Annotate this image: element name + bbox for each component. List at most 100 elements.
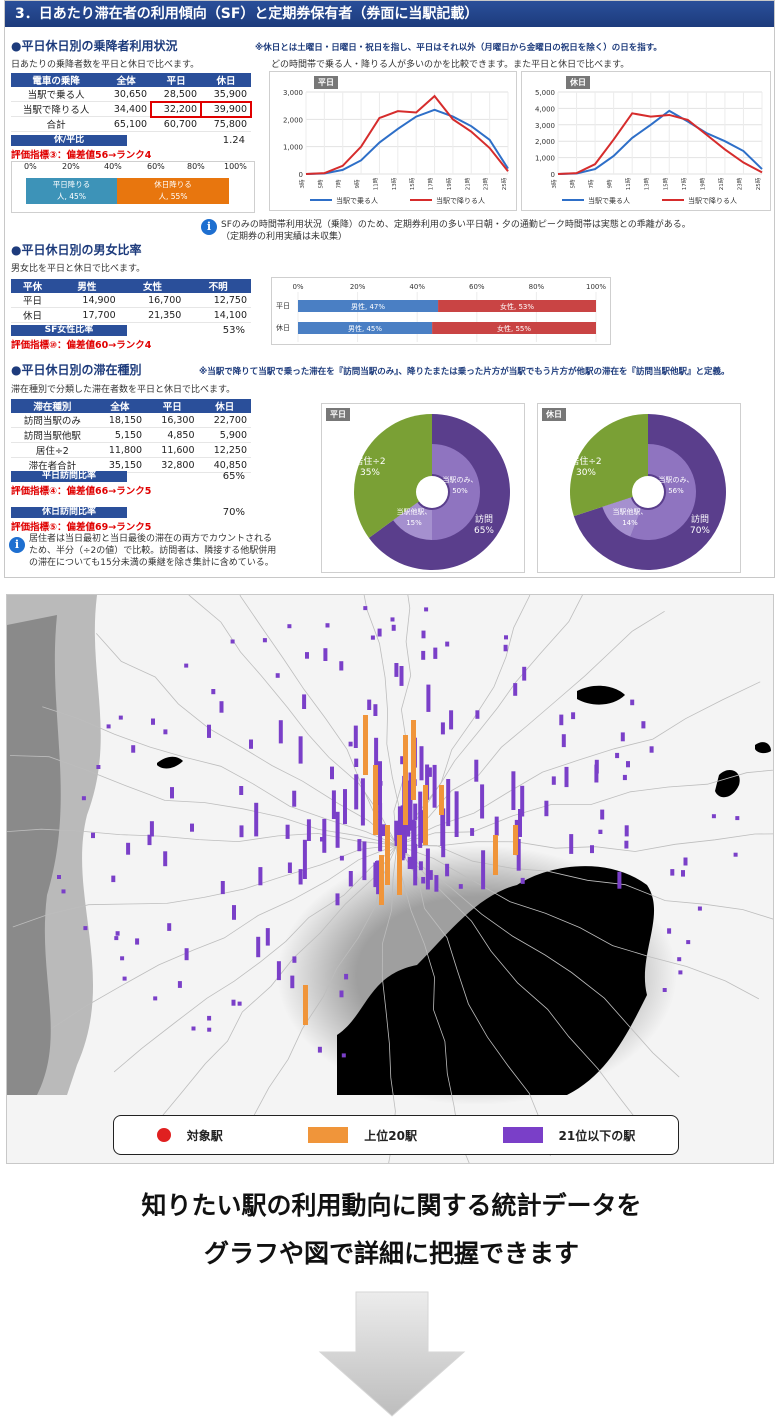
station-bar bbox=[564, 766, 569, 788]
station-bar bbox=[626, 761, 630, 768]
donut-svg: 居住÷235% 訪問65% 当駅のみ、 50% 当駅他駅、 15% bbox=[354, 414, 510, 570]
station-bar bbox=[419, 746, 424, 781]
station-bar bbox=[317, 1046, 322, 1053]
slice-label: 50% bbox=[452, 487, 468, 495]
table-header: 電車の乗降 bbox=[11, 73, 102, 87]
axis-tick: 20% bbox=[62, 162, 80, 171]
orange-swatch-icon bbox=[308, 1127, 349, 1143]
station-bar bbox=[348, 741, 353, 747]
slice-label: 訪問 bbox=[475, 513, 493, 525]
bar-label: 休日降りる bbox=[154, 180, 192, 189]
station-bar bbox=[711, 814, 716, 819]
chart-tag: 休日 bbox=[566, 76, 590, 89]
gender-bar-svg: 0% 20% 40% 60% 80% 100% 平日 男性, 47% 女性, 53% 休日 男性, … bbox=[276, 283, 606, 342]
table-cell: 16,300 bbox=[146, 413, 199, 428]
station-bar bbox=[131, 745, 136, 753]
table-row: 休日 17,700 21,350 14,100 bbox=[11, 307, 251, 323]
table-header: 全体 bbox=[101, 73, 152, 87]
station-bar bbox=[207, 724, 211, 738]
station-bar bbox=[232, 905, 236, 920]
station-bar bbox=[305, 652, 309, 659]
station-bar bbox=[622, 774, 627, 781]
table-cell: 35,900 bbox=[201, 87, 251, 102]
x-tick-label: 9時 bbox=[353, 179, 361, 188]
station-bar bbox=[559, 714, 564, 726]
table-cell: 5,150 bbox=[93, 427, 147, 443]
station-bar bbox=[219, 701, 224, 713]
station-bar bbox=[649, 746, 654, 753]
station-bar bbox=[335, 811, 340, 848]
station-bar bbox=[733, 852, 738, 857]
slice-label: 当駅のみ、 bbox=[659, 475, 694, 484]
station-bar bbox=[407, 857, 412, 869]
x-tick-label: 15時 bbox=[408, 177, 416, 190]
bar-label: 人, 45% bbox=[57, 192, 86, 201]
table-header: 男性 bbox=[54, 279, 120, 293]
section2-desc: 男女比を平日と休日で比べます。 bbox=[11, 264, 146, 274]
station-bar bbox=[504, 635, 508, 640]
section3-note: ※当駅で降りて当駅で乗った滞在を『訪問当駅のみ』、降りたまたは乗った片方が当駅で… bbox=[199, 367, 730, 377]
slice-label: 35% bbox=[360, 468, 380, 478]
slice-label: 56% bbox=[668, 487, 684, 495]
ratio-value: 70% bbox=[222, 507, 245, 518]
table-header: 休日 bbox=[198, 399, 251, 413]
station-bar bbox=[335, 893, 340, 906]
lake-shape bbox=[577, 685, 625, 705]
report-panel: 3．日あたり滞在者の利用傾向（SF）と定期券保有者（券面に当駅記載） ●平日休日… bbox=[4, 0, 775, 578]
station-bar bbox=[322, 818, 327, 853]
boarding-ratio-chart: 0% 20% 40% 60% 80% 100% 平日降りる 人, 45% 休日降… bbox=[11, 161, 255, 213]
station-bar bbox=[220, 881, 225, 895]
table-cell: 14,900 bbox=[54, 293, 120, 308]
station-bar-top20 bbox=[493, 835, 498, 875]
section3-desc: 滞在種別で分類した滞在者数を平日と休日で比べます。 bbox=[11, 385, 236, 395]
x-tick-label: 5時 bbox=[569, 179, 577, 188]
table-cell: 居住÷2 bbox=[11, 442, 94, 458]
station-bar bbox=[503, 644, 508, 652]
station-bar bbox=[153, 996, 158, 1001]
station-bar bbox=[276, 961, 281, 981]
ratio-bar-weekday: 平日降りる 人, 45% bbox=[26, 178, 117, 204]
bar-label: 人, 55% bbox=[158, 192, 188, 201]
lake-shape bbox=[157, 756, 183, 769]
x-tick-label: 11時 bbox=[371, 177, 379, 190]
series-line bbox=[557, 109, 763, 175]
holiday-donut-chart: 休日 居住÷2 30% 訪問 70% 当駅のみ、 56% 当駅他駅、 14% bbox=[537, 403, 741, 573]
station-bar bbox=[394, 663, 399, 677]
report-header: 3．日あたり滞在者の利用傾向（SF）と定期券保有者（券面に当駅記載） bbox=[5, 1, 774, 27]
station-bar bbox=[697, 906, 702, 911]
ratio-label: SF女性比率 bbox=[11, 325, 127, 336]
slice-label: 14% bbox=[622, 519, 638, 527]
table-header: 全体 bbox=[93, 399, 147, 413]
station-bar bbox=[330, 766, 334, 780]
station-bar bbox=[594, 764, 599, 783]
station-map: 対象駅 上位20駅 21位以下の駅 bbox=[6, 594, 774, 1164]
bar-label: 女性, 53% bbox=[500, 302, 534, 311]
table-cell: 28,500 bbox=[151, 87, 202, 102]
bar-label: 男性, 47% bbox=[351, 302, 385, 311]
axis-tick: 80% bbox=[529, 283, 545, 291]
table-cell: 75,800 bbox=[201, 116, 251, 132]
x-tick-label: 13時 bbox=[390, 177, 398, 190]
section1-desc2: どの時間帯で乗る人・降りる人が多いのかを比較できます。また平日と休日で比べます。 bbox=[271, 60, 630, 70]
station-bar-top20 bbox=[385, 825, 390, 885]
info-icon: i bbox=[9, 537, 25, 553]
station-bar bbox=[681, 870, 685, 877]
station-bar-top20 bbox=[379, 855, 384, 905]
section3-title: ●平日休日別の滞在種別 bbox=[11, 363, 142, 377]
weekday-donut-chart: 平日 居住÷2 35% 訪問 65% 当駅のみ、 50% 当駅他駅、 15% bbox=[321, 403, 525, 573]
station-bar bbox=[354, 774, 359, 810]
station-bar-top20 bbox=[411, 720, 416, 800]
x-tick-label: 21時 bbox=[463, 177, 471, 190]
legend-label: 当駅で降りる人 bbox=[436, 196, 485, 205]
y-tick-label: 4,000 bbox=[535, 105, 555, 113]
table-cell: 11,600 bbox=[146, 442, 199, 458]
station-bar bbox=[391, 624, 396, 631]
station-bar bbox=[302, 839, 307, 879]
ratio-value: 53% bbox=[222, 325, 245, 336]
station-bar bbox=[399, 666, 404, 686]
station-bar bbox=[211, 689, 216, 695]
x-tick-label: 25時 bbox=[754, 177, 762, 190]
ratio-label: 平日訪問比率 bbox=[11, 471, 127, 482]
y-tick-label: 3,000 bbox=[535, 122, 555, 130]
table-cell: 平日 bbox=[11, 293, 54, 308]
